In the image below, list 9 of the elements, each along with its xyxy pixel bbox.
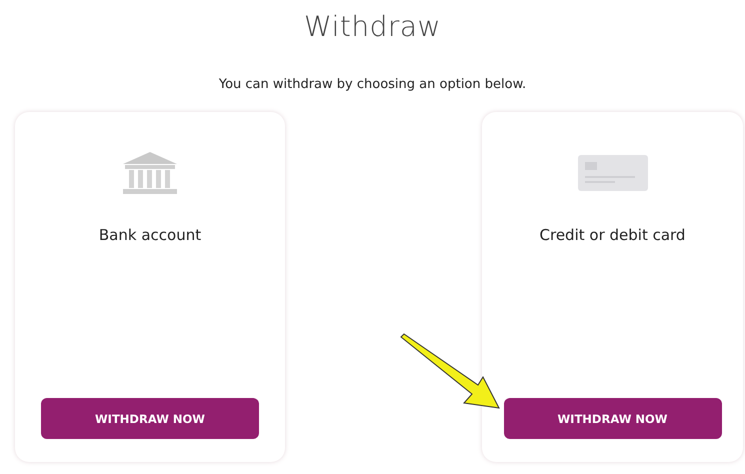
page-title: Withdraw [304, 10, 441, 43]
credit-card-icon [576, 154, 648, 192]
option-label: Credit or debit card [540, 226, 686, 244]
bank-icon [121, 150, 179, 196]
withdraw-button[interactable]: WITHDRAW NOW [504, 398, 722, 439]
subtitle: You can withdraw by choosing an option below. [218, 77, 526, 92]
option-label: Bank account [98, 226, 202, 244]
withdraw-button[interactable]: WITHDRAW NOW [41, 398, 259, 439]
arrow-icon [398, 333, 502, 411]
